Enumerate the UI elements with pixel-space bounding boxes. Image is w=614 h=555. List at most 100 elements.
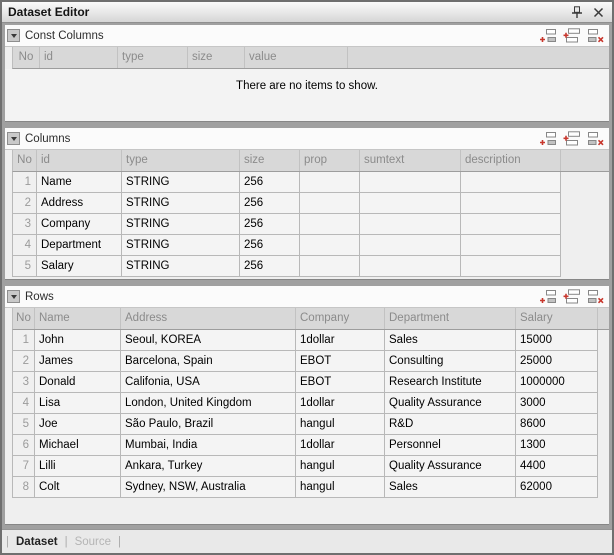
row-number-cell[interactable]: 1 [13,330,35,351]
table-cell[interactable] [360,214,461,235]
table-row[interactable]: 7LilliAnkara, TurkeyhangulQuality Assura… [12,456,598,477]
pin-button[interactable] [569,4,585,20]
table-cell[interactable]: Consulting [385,351,516,372]
delete-row-button[interactable] [586,131,604,147]
table-cell[interactable]: 1dollar [296,435,385,456]
table-cell[interactable]: James [35,351,121,372]
column-header-id[interactable]: id [40,47,118,68]
column-header-company[interactable]: Company [296,308,385,329]
collapse-button[interactable] [7,290,20,303]
table-cell[interactable]: Personnel [385,435,516,456]
table-cell[interactable] [360,235,461,256]
add-row-button[interactable] [538,289,556,305]
table-row[interactable]: 4LisaLondon, United Kingdom1dollarQualit… [12,393,598,414]
table-cell[interactable]: 8600 [516,414,598,435]
column-header-id[interactable]: id [37,150,122,171]
delete-row-button[interactable] [586,289,604,305]
tab-dataset[interactable]: Dataset [16,536,58,548]
column-header-type[interactable]: type [118,47,188,68]
table-cell[interactable]: Quality Assurance [385,393,516,414]
table-cell[interactable] [461,214,561,235]
table-cell[interactable] [360,256,461,277]
table-row[interactable]: 8ColtSydney, NSW, AustraliahangulSales62… [12,477,598,498]
table-cell[interactable] [300,256,360,277]
delete-row-button[interactable] [586,28,604,44]
insert-row-button[interactable] [562,131,580,147]
table-cell[interactable] [360,172,461,193]
table-cell[interactable]: 256 [240,235,300,256]
table-cell[interactable]: 256 [240,214,300,235]
table-cell[interactable]: Research Institute [385,372,516,393]
table-cell[interactable]: Colt [35,477,121,498]
table-cell[interactable]: hangul [296,456,385,477]
column-header-description[interactable]: description [461,150,561,171]
table-cell[interactable]: Joe [35,414,121,435]
column-header-value[interactable]: value [245,47,348,68]
table-cell[interactable]: 1dollar [296,330,385,351]
column-header-salary[interactable]: Salary [516,308,598,329]
column-header-prop[interactable]: prop [300,150,360,171]
table-cell[interactable]: Name [37,172,122,193]
table-row[interactable]: 5SalarySTRING256 [12,256,561,277]
table-row[interactable]: 5JoeSão Paulo, BrazilhangulR&D8600 [12,414,598,435]
table-cell[interactable]: John [35,330,121,351]
table-row[interactable]: 1NameSTRING256 [12,172,561,193]
table-row[interactable]: 1JohnSeoul, KOREA1dollarSales15000 [12,330,598,351]
table-cell[interactable]: STRING [122,256,240,277]
column-header-name[interactable]: Name [35,308,121,329]
table-cell[interactable]: Mumbai, India [121,435,296,456]
table-row[interactable]: 6MichaelMumbai, India1dollarPersonnel130… [12,435,598,456]
table-cell[interactable]: hangul [296,414,385,435]
table-cell[interactable]: São Paulo, Brazil [121,414,296,435]
column-header-no[interactable]: No [13,47,40,68]
table-row[interactable]: 3CompanySTRING256 [12,214,561,235]
row-number-cell[interactable]: 7 [13,456,35,477]
table-cell[interactable]: STRING [122,235,240,256]
table-cell[interactable]: 4400 [516,456,598,477]
row-number-cell[interactable]: 2 [13,193,37,214]
table-row[interactable]: 4DepartmentSTRING256 [12,235,561,256]
row-number-cell[interactable]: 4 [13,393,35,414]
table-cell[interactable]: Ankara, Turkey [121,456,296,477]
table-cell[interactable]: STRING [122,172,240,193]
table-row[interactable]: 3DonaldCalifonia, USAEBOTResearch Instit… [12,372,598,393]
table-row[interactable]: 2AddressSTRING256 [12,193,561,214]
table-cell[interactable]: STRING [122,193,240,214]
collapse-button[interactable] [7,29,20,42]
row-number-cell[interactable]: 2 [13,351,35,372]
row-number-cell[interactable]: 3 [13,372,35,393]
table-cell[interactable]: STRING [122,214,240,235]
table-cell[interactable]: 1000000 [516,372,598,393]
column-header-sumtext[interactable]: sumtext [360,150,461,171]
table-cell[interactable]: 25000 [516,351,598,372]
table-cell[interactable]: R&D [385,414,516,435]
row-number-cell[interactable]: 4 [13,235,37,256]
row-number-cell[interactable]: 8 [13,477,35,498]
row-number-cell[interactable]: 1 [13,172,37,193]
row-number-cell[interactable]: 6 [13,435,35,456]
column-header-no[interactable]: No [13,150,37,171]
insert-row-button[interactable] [562,28,580,44]
table-cell[interactable] [300,214,360,235]
column-header-type[interactable]: type [122,150,240,171]
row-number-cell[interactable]: 5 [13,414,35,435]
table-cell[interactable]: Michael [35,435,121,456]
table-cell[interactable]: Lilli [35,456,121,477]
row-number-cell[interactable]: 5 [13,256,37,277]
table-cell[interactable]: Address [37,193,122,214]
column-header-no[interactable]: No [13,308,35,329]
table-cell[interactable]: Lisa [35,393,121,414]
table-cell[interactable]: 3000 [516,393,598,414]
column-header-filler[interactable] [561,150,609,171]
table-cell[interactable]: Salary [37,256,122,277]
add-row-button[interactable] [538,28,556,44]
tab-source[interactable]: Source [75,536,111,548]
table-cell[interactable] [461,235,561,256]
table-cell[interactable]: Seoul, KOREA [121,330,296,351]
table-cell[interactable] [360,193,461,214]
column-header-size[interactable]: size [188,47,245,68]
table-cell[interactable]: Califonia, USA [121,372,296,393]
table-cell[interactable] [300,172,360,193]
column-header-filler[interactable] [598,308,609,329]
column-header-filler[interactable] [348,47,609,68]
